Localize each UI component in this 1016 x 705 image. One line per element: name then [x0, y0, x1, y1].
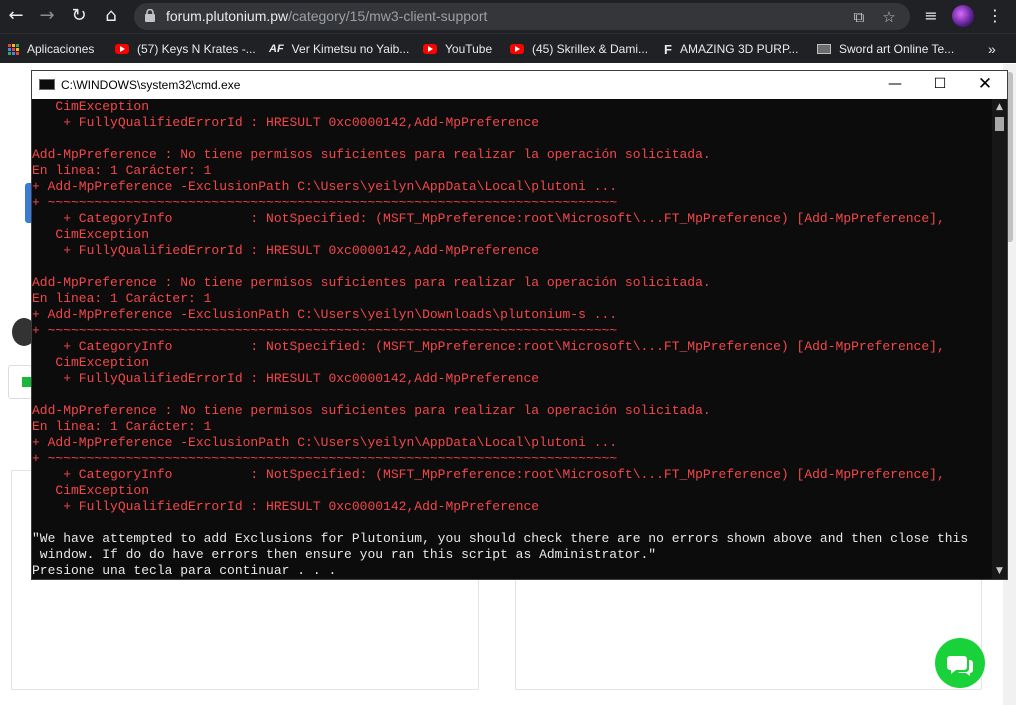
cmd-app-icon	[39, 79, 55, 90]
scroll-up-icon[interactable]: ▲	[992, 99, 1007, 115]
bookmark-label: Sword art Online Te...	[839, 42, 955, 56]
close-button[interactable]: ✕	[962, 71, 1008, 99]
star-icon[interactable]: ☆	[880, 8, 898, 26]
apps-grid-icon	[8, 43, 19, 55]
console-line: Presione una tecla para continuar . . .	[32, 563, 337, 578]
bookmark-label: YouTube	[445, 42, 493, 56]
bookmark-keys-n-krates[interactable]: (57) Keys N Krates -...	[115, 41, 256, 57]
reload-icon[interactable]: ↻	[67, 5, 91, 27]
translate-icon[interactable]: ⧉	[850, 8, 868, 26]
profile-avatar[interactable]	[952, 5, 974, 27]
console-line: CimException	[32, 355, 150, 370]
bookmark-youtube[interactable]: YouTube	[423, 41, 492, 57]
chat-button[interactable]	[935, 638, 985, 688]
console-line: + Add-MpPreference -ExclusionPath C:\Use…	[32, 435, 618, 450]
console-line: + ~~~~~~~~~~~~~~~~~~~~~~~~~~~~~~~~~~~~~~…	[32, 451, 618, 466]
url-host: forum.plutonium.pw	[166, 8, 289, 24]
cmd-scrollbar-thumb[interactable]	[995, 117, 1004, 131]
console-line: + FullyQualifiedErrorId : HRESULT 0xc000…	[32, 243, 540, 258]
cmd-scrollbar[interactable]: ▲ ▼	[992, 99, 1007, 579]
url-text: forum.plutonium.pw/category/15/mw3-clien…	[166, 8, 487, 24]
bookmark-kimetsu[interactable]: AF Ver Kimetsu no Yaib...	[269, 41, 409, 57]
console-line: + CategoryInfo : NotSpecified: (MSFT_MpP…	[32, 339, 945, 354]
console-line: CimException	[32, 99, 150, 114]
console-line: + ~~~~~~~~~~~~~~~~~~~~~~~~~~~~~~~~~~~~~~…	[32, 323, 618, 338]
console-line: + Add-MpPreference -ExclusionPath C:\Use…	[32, 179, 618, 194]
url-path: /category/15/mw3-client-support	[288, 8, 488, 24]
bookmark-amazing-3d[interactable]: F AMAZING 3D PURP...	[664, 41, 798, 57]
home-icon[interactable]: ⌂	[99, 5, 123, 27]
cmd-titlebar[interactable]: C:\WINDOWS\system32\cmd.exe — ☐ ✕	[32, 71, 1007, 99]
lock-icon	[145, 9, 155, 22]
media-queue-icon[interactable]: ≡	[920, 5, 942, 27]
youtube-icon	[423, 44, 437, 54]
console-line: CimException	[32, 227, 150, 242]
bookmarks-more-button[interactable]: »	[988, 41, 996, 57]
console-line: + FullyQualifiedErrorId : HRESULT 0xc000…	[32, 499, 540, 514]
f-logo-icon: F	[664, 41, 672, 57]
console-line: "We have attempted to add Exclusions for…	[32, 531, 969, 546]
minimize-button[interactable]: —	[872, 71, 918, 99]
af-icon: AF	[269, 43, 284, 55]
bookmark-label: (57) Keys N Krates -...	[137, 42, 256, 56]
console-line: window. If do do have errors then ensure…	[32, 547, 657, 562]
forward-icon[interactable]: →	[35, 5, 59, 27]
console-line: Add-MpPreference : No tiene permisos suf…	[32, 147, 711, 162]
chat-bubbles-icon	[947, 656, 973, 676]
youtube-icon	[510, 44, 524, 54]
youtube-icon	[115, 44, 129, 54]
bookmark-label: Aplicaciones	[27, 42, 95, 56]
console-line: CimException	[32, 483, 150, 498]
console-output[interactable]: CimException + FullyQualifiedErrorId : H…	[32, 99, 991, 579]
bookmark-label: (45) Skrillex & Dami...	[532, 42, 649, 56]
scroll-down-icon[interactable]: ▼	[992, 563, 1007, 579]
console-line: + ~~~~~~~~~~~~~~~~~~~~~~~~~~~~~~~~~~~~~~…	[32, 195, 618, 210]
address-bar[interactable]: forum.plutonium.pw/category/15/mw3-clien…	[134, 3, 910, 30]
console-line: En línea: 1 Carácter: 1	[32, 291, 212, 306]
console-line: + Add-MpPreference -ExclusionPath C:\Use…	[32, 307, 618, 322]
page-fragment-box	[8, 365, 32, 399]
console-line: + FullyQualifiedErrorId : HRESULT 0xc000…	[32, 115, 540, 130]
menu-kebab-icon[interactable]: ⋮	[984, 5, 1006, 27]
cmd-title-text: C:\WINDOWS\system32\cmd.exe	[61, 78, 241, 92]
console-line: + CategoryInfo : NotSpecified: (MSFT_MpP…	[32, 467, 945, 482]
site-icon	[817, 44, 831, 54]
console-line: Add-MpPreference : No tiene permisos suf…	[32, 275, 711, 290]
bookmark-apps[interactable]: Aplicaciones	[8, 41, 94, 57]
bookmark-label: AMAZING 3D PURP...	[679, 42, 799, 56]
bookmark-label: Ver Kimetsu no Yaib...	[291, 42, 410, 56]
console-line: + CategoryInfo : NotSpecified: (MSFT_MpP…	[32, 211, 945, 226]
back-icon[interactable]: ←	[4, 5, 28, 27]
maximize-button[interactable]: ☐	[917, 71, 963, 99]
browser-toolbar: ← → ↻ ⌂ forum.plutonium.pw/category/15/m…	[0, 0, 1016, 33]
bookmark-sword-art[interactable]: Sword art Online Te...	[817, 41, 954, 57]
console-line: Add-MpPreference : No tiene permisos suf…	[32, 403, 711, 418]
bookmark-skrillex[interactable]: (45) Skrillex & Dami...	[510, 41, 648, 57]
console-line: En línea: 1 Carácter: 1	[32, 163, 212, 178]
cmd-window: C:\WINDOWS\system32\cmd.exe — ☐ ✕ CimExc…	[31, 70, 1008, 580]
console-line: + FullyQualifiedErrorId : HRESULT 0xc000…	[32, 371, 540, 386]
bookmarks-bar: Aplicaciones (57) Keys N Krates -... AF …	[0, 33, 1016, 63]
console-line: En línea: 1 Carácter: 1	[32, 419, 212, 434]
